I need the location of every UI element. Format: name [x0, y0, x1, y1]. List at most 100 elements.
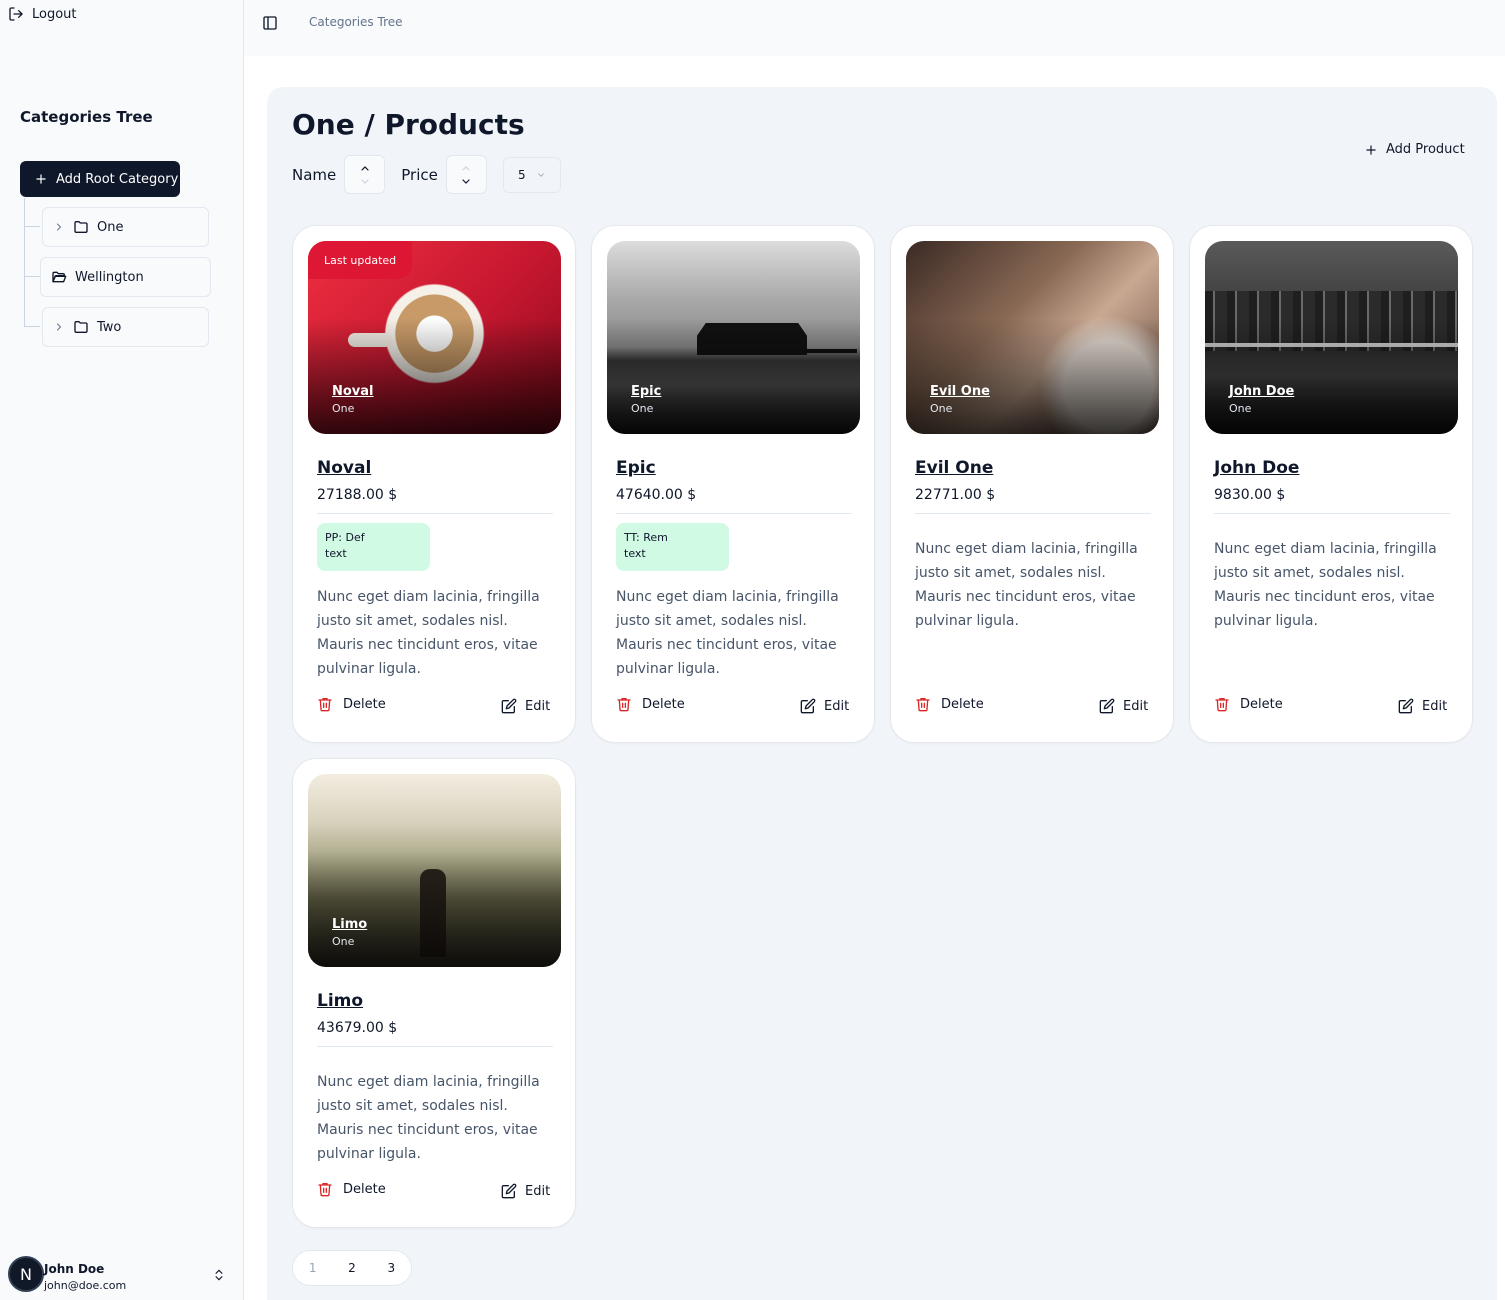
page-size-select[interactable]: 5	[502, 156, 561, 193]
delete-button[interactable]: Delete	[915, 696, 984, 712]
divider	[1214, 513, 1450, 514]
product-name-link[interactable]: Epic	[616, 458, 656, 478]
tag-line: TT: Rem	[624, 531, 668, 544]
image-product-name[interactable]: Epic	[631, 384, 661, 399]
edit-label: Edit	[1422, 698, 1448, 714]
product-description: Nunc eget diam lacinia, fringilla justo …	[915, 541, 1138, 629]
tree-item-wellington[interactable]: Wellington	[40, 257, 211, 297]
trash-icon	[916, 698, 930, 712]
product-tag: TT: Rem text	[616, 523, 729, 571]
tree-item-one[interactable]: One	[42, 207, 209, 247]
delete-button[interactable]: Delete	[1214, 696, 1283, 712]
tag-line: text	[624, 547, 646, 560]
product-tag: PP: Def text	[317, 523, 430, 571]
image-product-category: One	[332, 402, 355, 415]
delete-button[interactable]: Delete	[317, 696, 386, 712]
product-card: Last updated Noval One Noval 27188.00 $ …	[292, 225, 576, 743]
product-name-link[interactable]: John Doe	[1214, 458, 1299, 478]
chevron-up-icon	[462, 165, 470, 171]
delete-button[interactable]: Delete	[317, 1181, 386, 1197]
product-price: 22771.00 $	[915, 487, 996, 503]
edit-icon	[501, 1183, 517, 1199]
image-product-name[interactable]: Noval	[332, 384, 374, 399]
plus-icon	[1366, 144, 1376, 155]
edit-button[interactable]: Edit	[501, 1183, 550, 1199]
product-image[interactable]: Evil One One	[906, 241, 1159, 434]
folder-icon	[74, 221, 88, 233]
product-image[interactable]: Epic One	[607, 241, 860, 434]
tree-connector	[24, 276, 40, 277]
chevron-right-icon[interactable]	[53, 221, 65, 233]
divider	[317, 1046, 553, 1047]
edit-button[interactable]: Edit	[1398, 698, 1447, 714]
trash-icon	[318, 698, 332, 712]
image-product-name[interactable]: Evil One	[930, 384, 990, 399]
delete-label: Delete	[343, 696, 386, 712]
delete-button[interactable]: Delete	[616, 696, 685, 712]
sidebar-toggle-icon[interactable]	[262, 15, 278, 31]
add-root-category-button[interactable]: Add Root Category	[20, 161, 180, 197]
add-product-button[interactable]: Add Product	[1364, 142, 1465, 157]
tree-item-label: One	[97, 219, 124, 235]
page-1-button[interactable]: 1	[293, 1251, 332, 1285]
product-card: Evil One One Evil One 22771.00 $ Nunc eg…	[890, 225, 1174, 743]
chevron-right-icon[interactable]	[53, 321, 65, 333]
edit-label: Edit	[525, 698, 551, 714]
logout-label: Logout	[32, 6, 77, 22]
product-name-link[interactable]: Limo	[317, 991, 363, 1011]
product-name-link[interactable]: Noval	[317, 458, 371, 478]
page-title: One / Products	[292, 108, 525, 141]
chevron-down-icon	[537, 172, 544, 177]
trash-icon	[318, 1183, 332, 1197]
user-menu[interactable]: N John Doe john@doe.com	[0, 1250, 244, 1300]
image-product-category: One	[631, 402, 654, 415]
edit-icon	[1099, 698, 1115, 714]
delete-label: Delete	[1240, 696, 1283, 712]
product-name-link[interactable]: Evil One	[915, 458, 993, 478]
tree-connector	[24, 198, 25, 326]
add-product-label: Add Product	[1386, 142, 1465, 157]
tree-item-two[interactable]: Two	[42, 307, 209, 347]
sidebar: Logout Categories Tree Add Root Category…	[0, 0, 244, 1300]
image-overlay	[308, 851, 561, 967]
logout-button[interactable]: Logout	[8, 6, 77, 22]
edit-button[interactable]: Edit	[800, 698, 849, 714]
trash-icon	[1215, 698, 1229, 712]
image-overlay	[308, 318, 561, 434]
image-product-category: One	[332, 935, 355, 948]
product-image[interactable]: Last updated Noval One	[308, 241, 561, 434]
delete-label: Delete	[941, 696, 984, 712]
image-product-name[interactable]: Limo	[332, 917, 367, 932]
product-image[interactable]: Limo One	[308, 774, 561, 967]
divider	[317, 513, 553, 514]
page-3-button[interactable]: 3	[372, 1251, 411, 1285]
avatar: N	[8, 1256, 44, 1292]
image-overlay	[607, 318, 860, 434]
sort-name-label: Name	[292, 165, 337, 184]
product-card: Limo One Limo 43679.00 $ Nunc eget diam …	[292, 758, 576, 1228]
logout-icon	[9, 7, 23, 21]
product-description: Nunc eget diam lacinia, fringilla justo …	[317, 1074, 540, 1162]
sort-name-button[interactable]	[344, 155, 386, 194]
product-image[interactable]: John Doe One	[1205, 241, 1458, 434]
chevron-up-icon	[361, 165, 369, 171]
edit-button[interactable]: Edit	[501, 698, 550, 714]
product-price: 47640.00 $	[616, 487, 697, 503]
plus-icon	[36, 174, 46, 184]
edit-button[interactable]: Edit	[1099, 698, 1148, 714]
product-card: Epic One Epic 47640.00 $ TT: Rem text Nu…	[591, 225, 875, 743]
image-product-name[interactable]: John Doe	[1229, 384, 1294, 399]
product-price: 43679.00 $	[317, 1020, 398, 1036]
sort-controls: Name Price 5	[292, 155, 561, 194]
tree-item-label: Two	[97, 319, 122, 335]
breadcrumb[interactable]: Categories Tree	[309, 15, 403, 29]
product-description: Nunc eget diam lacinia, fringilla justo …	[1214, 541, 1437, 629]
add-root-label: Add Root Category	[56, 171, 179, 187]
edit-icon	[1398, 698, 1414, 714]
sort-price-button[interactable]	[445, 155, 487, 194]
sort-price-label: Price	[401, 165, 438, 184]
edit-icon	[501, 698, 517, 714]
chevrons-up-down-icon	[215, 1269, 223, 1281]
edit-label: Edit	[824, 698, 850, 714]
page-2-button[interactable]: 2	[332, 1251, 371, 1285]
